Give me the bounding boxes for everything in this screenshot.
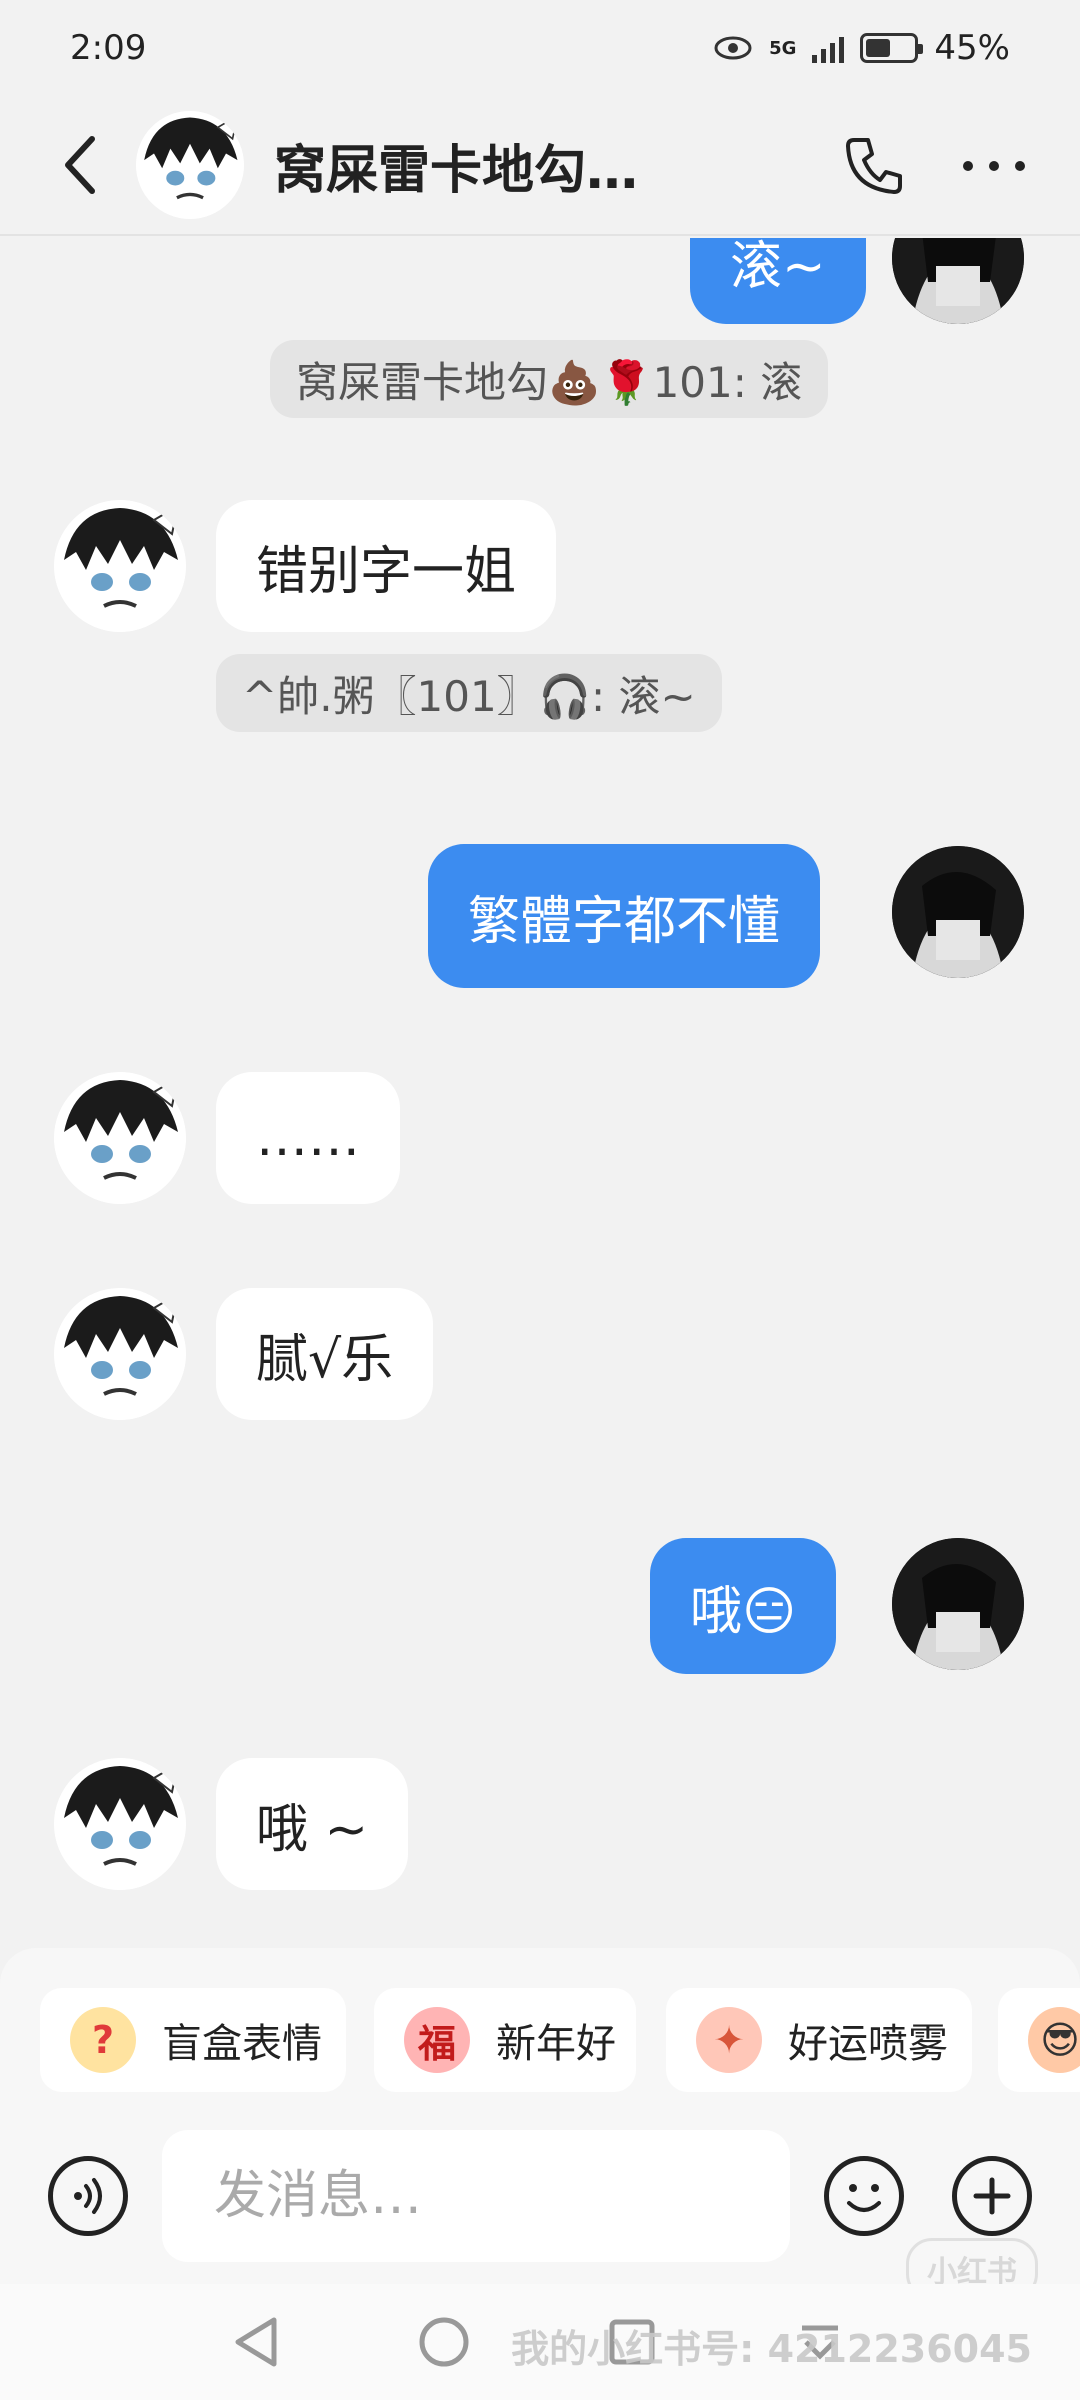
question-bag-icon: ? xyxy=(70,2007,136,2073)
emoji-button[interactable] xyxy=(824,2156,904,2236)
message-bubble-incoming[interactable]: 哦 ~ xyxy=(216,1758,409,1890)
message-bubble-outgoing[interactable]: 哦😑 xyxy=(650,1538,837,1674)
lucky-spray-icon: ✦ xyxy=(696,2007,762,2073)
message-text: 哦😑 xyxy=(690,1581,797,1642)
more-dots-icon xyxy=(963,161,1025,171)
plus-icon xyxy=(973,2177,1011,2215)
chevron-left-icon xyxy=(65,136,95,194)
back-button[interactable] xyxy=(50,135,110,195)
triangle-back-icon xyxy=(235,2317,277,2367)
smiley-icon xyxy=(847,2184,881,2212)
nav-back-button[interactable] xyxy=(228,2314,284,2370)
voice-wave-icon xyxy=(74,2178,102,2214)
message-bubble-incoming[interactable]: 错别字一姐 xyxy=(216,500,557,632)
message-text: …… xyxy=(256,1108,360,1168)
quick-reply-chip[interactable]: ? 盲盒表情 xyxy=(40,1988,346,2092)
chat-header: 窝屎雷卡地勾… xyxy=(0,96,1080,236)
message-bubble-incoming[interactable]: 腻√乐 xyxy=(216,1288,434,1420)
message-input[interactable] xyxy=(162,2130,790,2262)
quick-reply-chip[interactable]: ✦ 好运喷雾 xyxy=(666,1988,972,2092)
eye-icon xyxy=(714,36,752,60)
message-text: 滚~ xyxy=(730,238,826,297)
watermark-text: 我的小红书号: 4212236045 xyxy=(511,2327,1032,2371)
chat-title[interactable]: 窝屎雷卡地勾… xyxy=(274,128,694,203)
signal-icon xyxy=(812,33,845,63)
status-time: 2:09 xyxy=(70,28,147,68)
quick-reply-chip[interactable]: 😎 xyxy=(998,1988,1080,2092)
status-bar: 2:09 5G 45% xyxy=(0,0,1080,96)
quick-reply-chip[interactable]: 福 新年好 xyxy=(374,1988,636,2092)
nav-home-button[interactable] xyxy=(416,2314,472,2370)
message-text: 哦 ~ xyxy=(256,1799,369,1860)
message-bubble-outgoing[interactable]: 繁體字都不懂 xyxy=(428,844,821,988)
sunglasses-face-icon: 😎 xyxy=(1028,2007,1080,2073)
contact-avatar[interactable] xyxy=(54,1072,186,1204)
contact-avatar[interactable] xyxy=(54,500,186,632)
new-year-pig-icon: 福 xyxy=(404,2007,470,2073)
voice-button[interactable] xyxy=(48,2156,128,2236)
phone-icon xyxy=(846,138,902,194)
contact-avatar[interactable] xyxy=(54,1288,186,1420)
my-avatar[interactable] xyxy=(892,846,1024,978)
quick-reply-bar[interactable]: ? 盲盒表情 福 新年好 ✦ 好运喷雾 😎 xyxy=(0,1948,1080,2098)
my-avatar[interactable] xyxy=(892,1538,1024,1670)
plus-button[interactable] xyxy=(952,2156,1032,2236)
message-text: 腻√乐 xyxy=(256,1329,394,1390)
system-notice: 窝屎雷卡地勾💩🌹101: 滚 xyxy=(270,340,829,418)
circle-home-icon xyxy=(419,2317,469,2367)
reply-quote: ^帥.粥〖101〗🎧: 滚~ xyxy=(216,654,722,732)
call-button[interactable] xyxy=(838,130,910,202)
contact-avatar[interactable] xyxy=(136,111,244,219)
contact-avatar[interactable] xyxy=(54,1758,186,1890)
my-avatar[interactable] xyxy=(892,238,1024,324)
more-button[interactable] xyxy=(958,130,1030,202)
battery-icon xyxy=(860,33,924,63)
message-list[interactable]: 滚~ 窝屎雷卡地勾💩🌹101: 滚 错别字一姐 ^帥.粥〖101〗🎧: 滚~ 繁… xyxy=(0,238,1080,1938)
message-bubble-outgoing[interactable]: 滚~ xyxy=(690,238,866,324)
message-text: 错别字一姐 xyxy=(256,541,517,602)
message-text: 繁體字都不懂 xyxy=(468,891,781,952)
network-label: 5G xyxy=(769,37,797,59)
message-bubble-incoming[interactable]: …… xyxy=(216,1072,400,1204)
battery-percent: 45% xyxy=(934,28,1010,68)
